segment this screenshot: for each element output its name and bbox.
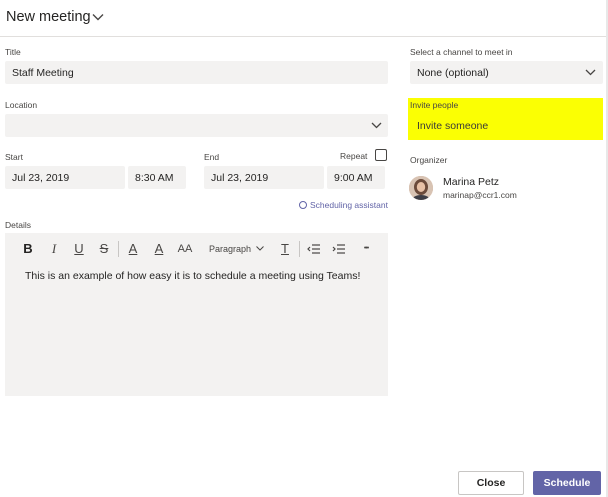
end-time-picker[interactable]: 9:00 AM (327, 166, 385, 189)
organizer-label: Organizer (410, 155, 448, 165)
close-button[interactable]: Close (458, 471, 524, 495)
repeat-checkbox[interactable] (375, 149, 387, 161)
highlight-button[interactable]: A (126, 241, 140, 257)
organizer-email: marinap@ccr1.com (443, 190, 517, 200)
invite-label: Invite people (410, 100, 459, 110)
clear-formatting-button[interactable]: T (278, 241, 292, 257)
location-dropdown[interactable] (5, 114, 388, 137)
page-title: New meeting (6, 9, 91, 25)
toolbar-divider (118, 241, 119, 257)
toolbar-divider (299, 241, 300, 257)
start-date-picker[interactable]: Jul 23, 2019 (5, 166, 125, 189)
end-label: End (204, 152, 220, 162)
details-editor[interactable]: B I U S A A AA Paragraph T ••• This is a… (5, 233, 388, 396)
scheduling-assistant-label: Scheduling assistant (310, 200, 388, 210)
increase-indent-icon[interactable] (332, 244, 346, 254)
organizer-name: Marina Petz (443, 176, 500, 188)
schedule-button[interactable]: Schedule (533, 471, 601, 495)
bold-button[interactable]: B (21, 241, 35, 257)
person-icon (409, 176, 433, 200)
start-time-value: 8:30 AM (135, 171, 174, 184)
details-text: This is an example of how easy it is to … (25, 270, 361, 282)
dialog-header: New meeting (0, 0, 608, 37)
start-label: Start (5, 152, 23, 162)
start-date-value: Jul 23, 2019 (12, 171, 70, 184)
clock-icon (299, 201, 307, 209)
formatting-toolbar: B I U S A A AA Paragraph T ••• (5, 233, 388, 265)
underline-button[interactable]: U (72, 241, 86, 257)
title-input-value: Staff Meeting (12, 66, 74, 79)
invite-placeholder: Invite someone (417, 119, 489, 132)
chevron-down-icon[interactable] (92, 13, 104, 21)
scheduling-assistant-link[interactable]: Scheduling assistant (299, 200, 388, 210)
channel-dropdown[interactable]: None (optional) (410, 61, 603, 84)
strikethrough-button[interactable]: S (97, 241, 111, 257)
end-date-picker[interactable]: Jul 23, 2019 (204, 166, 324, 189)
chevron-down-icon (585, 69, 596, 76)
chevron-down-icon (371, 122, 382, 129)
end-date-value: Jul 23, 2019 (211, 171, 269, 184)
font-size-button[interactable]: AA (177, 241, 193, 257)
channel-label: Select a channel to meet in (410, 47, 513, 57)
end-time-value: 9:00 AM (334, 171, 373, 184)
start-time-picker[interactable]: 8:30 AM (128, 166, 186, 189)
location-label: Location (5, 100, 38, 110)
more-options-button[interactable]: ••• (357, 241, 375, 257)
avatar (409, 176, 433, 200)
decrease-indent-icon[interactable] (307, 244, 321, 254)
font-color-button[interactable]: A (152, 241, 166, 257)
paragraph-label: Paragraph (209, 244, 252, 254)
details-label: Details (5, 220, 31, 230)
title-label: Title (5, 47, 21, 57)
title-input[interactable]: Staff Meeting (5, 61, 388, 84)
channel-value: None (optional) (417, 66, 489, 79)
repeat-label: Repeat (340, 151, 368, 161)
chevron-down-icon (256, 246, 264, 251)
invite-people-input[interactable]: Invite someone (410, 114, 603, 137)
italic-button[interactable]: I (47, 241, 61, 257)
paragraph-dropdown[interactable]: Paragraph (209, 241, 264, 257)
